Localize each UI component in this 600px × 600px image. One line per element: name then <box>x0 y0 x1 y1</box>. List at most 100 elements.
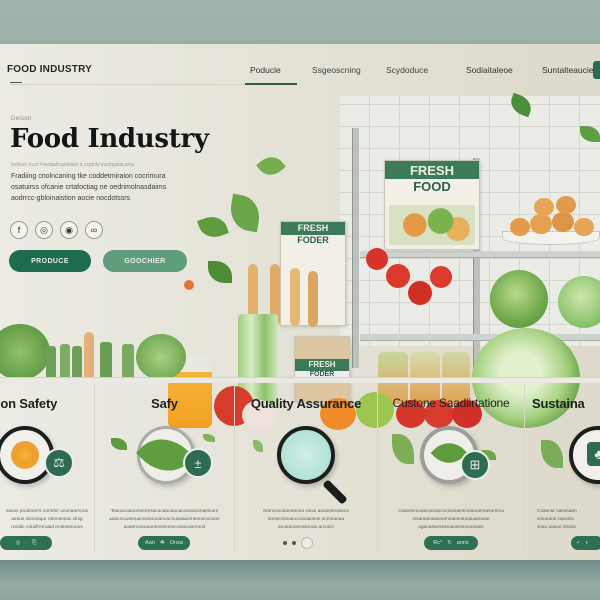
bread-stick <box>84 332 94 380</box>
plus-minus-icon: ± <box>183 448 213 478</box>
tomato <box>430 266 452 288</box>
feature-cards: ion Safety ⚖ sasos pnobnerrs nonohir uno… <box>0 384 600 560</box>
package-label: FRESH <box>281 222 345 235</box>
bread-roll <box>552 212 574 232</box>
card-title: Quality Assurance <box>250 396 362 411</box>
bread-stick <box>290 268 300 326</box>
backdrop-bottom <box>0 560 600 600</box>
nav-links: Poducle Ssgeoscning Scydoduce Sodiaitale… <box>245 65 600 85</box>
nav-link-4[interactable]: Sodiaitaleoe <box>464 65 540 75</box>
hero-description: Fradiing cnolncaning tke coddetmiraion c… <box>11 171 191 204</box>
cucumber <box>100 342 112 380</box>
leaf-decoration <box>392 434 414 464</box>
magnifier-handle <box>322 479 348 505</box>
hero-illustration: FRESH FOOD FRESH FODER FRESH FODER <box>168 92 600 430</box>
leaf-decoration <box>203 434 215 442</box>
hero-description-line: osatuirss ofcanie crtafoctiag ne oedrimo… <box>11 184 167 191</box>
bread-roll <box>534 198 554 216</box>
link-icon[interactable]: ∞ <box>85 221 103 239</box>
tomato <box>366 248 388 270</box>
pagination-dot[interactable] <box>292 541 296 545</box>
nav-link-2[interactable]: Ssgeoscning <box>310 65 384 75</box>
package-label: FODER <box>297 235 329 245</box>
card-description: Stoncsnoaoeannoo ranoi aouoesnooeco sors… <box>262 509 350 530</box>
instagram-icon[interactable]: ◎ <box>35 221 53 239</box>
package-label: FOOD <box>413 179 451 194</box>
card-pagination[interactable] <box>283 536 313 550</box>
card-action-pill[interactable]: ✓ ◐ <box>571 536 600 550</box>
bread-roll <box>530 214 552 234</box>
leaf-decoration <box>541 440 563 468</box>
bread-roll <box>510 218 530 236</box>
feature-card-sustainability[interactable]: Sustaina ♣ Csaensr sasosaen sssaraos cas… <box>525 384 600 552</box>
tomato <box>386 264 410 288</box>
scale-icon: ⚖ <box>44 448 74 478</box>
greens-left <box>0 324 50 380</box>
fresh-food-package: FRESH FOOD <box>384 160 480 250</box>
card-description: Csanesmeascocnacconssoaesmasooereasomma … <box>398 509 504 530</box>
card-description: sasos pnobnerrs nonohir unonanrrcnas aes… <box>6 509 88 530</box>
bread-roll <box>574 218 594 236</box>
shelf-board <box>360 251 600 258</box>
leaf-decoration <box>253 440 263 452</box>
top-nav: FOOD INDUSTRY Poducle Ssgeoscning Scydod… <box>0 44 600 90</box>
card-title: Sustaina <box>532 396 585 411</box>
leaf-decoration <box>197 212 229 242</box>
calendar-icon: ⊞ <box>460 450 490 480</box>
feature-card-customer-satisfaction[interactable]: Custone Saadiirtatione ⊞ Csanesmeascocna… <box>378 384 525 552</box>
pagination-dot[interactable] <box>283 541 287 545</box>
cucumber <box>60 344 70 380</box>
tomato <box>408 281 432 305</box>
tree-icon: ♣ <box>587 442 600 466</box>
card-title: Safy <box>151 396 178 411</box>
hero-title: Food Industry <box>10 124 209 154</box>
card-action-pill[interactable]: Aan ☘ Onsa <box>138 536 190 550</box>
hero-subtitle: Indiesn trcoi Fnediadicadlotisn d csgtof… <box>11 162 135 168</box>
nav-link-1[interactable]: Poducle <box>245 65 310 85</box>
bread-roll <box>556 196 576 214</box>
feature-card-quality-assurance[interactable]: Quality Assurance Stoncsnoaoeannoo ranoi… <box>235 384 378 552</box>
card-title: Custone Saadiirtatione <box>392 396 510 410</box>
feature-card-food-safety[interactable]: ion Safety ⚖ sasos pnobnerrs nonohir uno… <box>0 384 95 552</box>
leaf-decoration <box>208 261 232 283</box>
hero-description-line: Fradiing cnolncaning tke coddetmiraion c… <box>11 173 166 180</box>
cabbage <box>490 270 548 328</box>
brand-logo[interactable]: FOOD INDUSTRY <box>7 64 92 75</box>
flower-decoration <box>184 280 194 290</box>
nav-link-3[interactable]: Scydoduce <box>384 65 464 75</box>
hero-description-line: aodrrcc-gbloinaistion aocie nocdotssrs <box>11 195 131 202</box>
social-icons: f ◎ ◉ ∞ <box>10 221 103 239</box>
cabbage <box>136 334 186 380</box>
counter-edge <box>0 377 600 383</box>
facebook-icon[interactable]: f <box>10 221 28 239</box>
cucumber <box>72 346 82 380</box>
share-icon[interactable]: ◉ <box>60 221 78 239</box>
package-image <box>389 205 475 245</box>
cucumber <box>46 346 56 380</box>
hero-eyebrow: Deison <box>11 116 32 122</box>
magnifier-icon <box>277 426 335 484</box>
leaf-decoration <box>227 193 263 233</box>
nav-cta-button[interactable] <box>593 61 600 79</box>
pagination-dot[interactable] <box>301 537 313 549</box>
brand-underline <box>10 82 22 83</box>
card-description: Tsaoocuaoorseoresacacaaooucanooaaoonaesu… <box>109 509 220 530</box>
shelf-board <box>360 334 600 341</box>
website-mockup: FOOD INDUSTRY Poducle Ssgeoscning Scydod… <box>0 44 600 560</box>
package-label: FRESH <box>295 359 349 371</box>
shelf-post <box>352 128 359 368</box>
card-title: ion Safety <box>0 396 58 411</box>
leaf-decoration <box>256 151 286 181</box>
card-action-pill[interactable]: Rc° ↻ anns <box>424 536 478 550</box>
produce-button[interactable]: PRODUCE <box>9 250 91 272</box>
card-action-pill[interactable]: ◎ · ⎘ <box>0 536 52 550</box>
package-label: FRESH <box>385 161 479 179</box>
nav-link-5[interactable]: Suntalteaucie <box>540 65 600 75</box>
tree-lens-icon: ♣ <box>569 426 600 484</box>
bread-stick <box>308 271 318 327</box>
card-description: Csaensr sasosaen sssaraos casomc ssau oa… <box>537 509 577 530</box>
cucumber <box>122 344 134 380</box>
feature-card-safety[interactable]: Safy ± Tsaoocuaoorseoresacacaaooucanooaa… <box>95 384 235 552</box>
secondary-button[interactable]: GOOCHIER <box>103 250 187 272</box>
leaf-decoration <box>111 438 127 450</box>
